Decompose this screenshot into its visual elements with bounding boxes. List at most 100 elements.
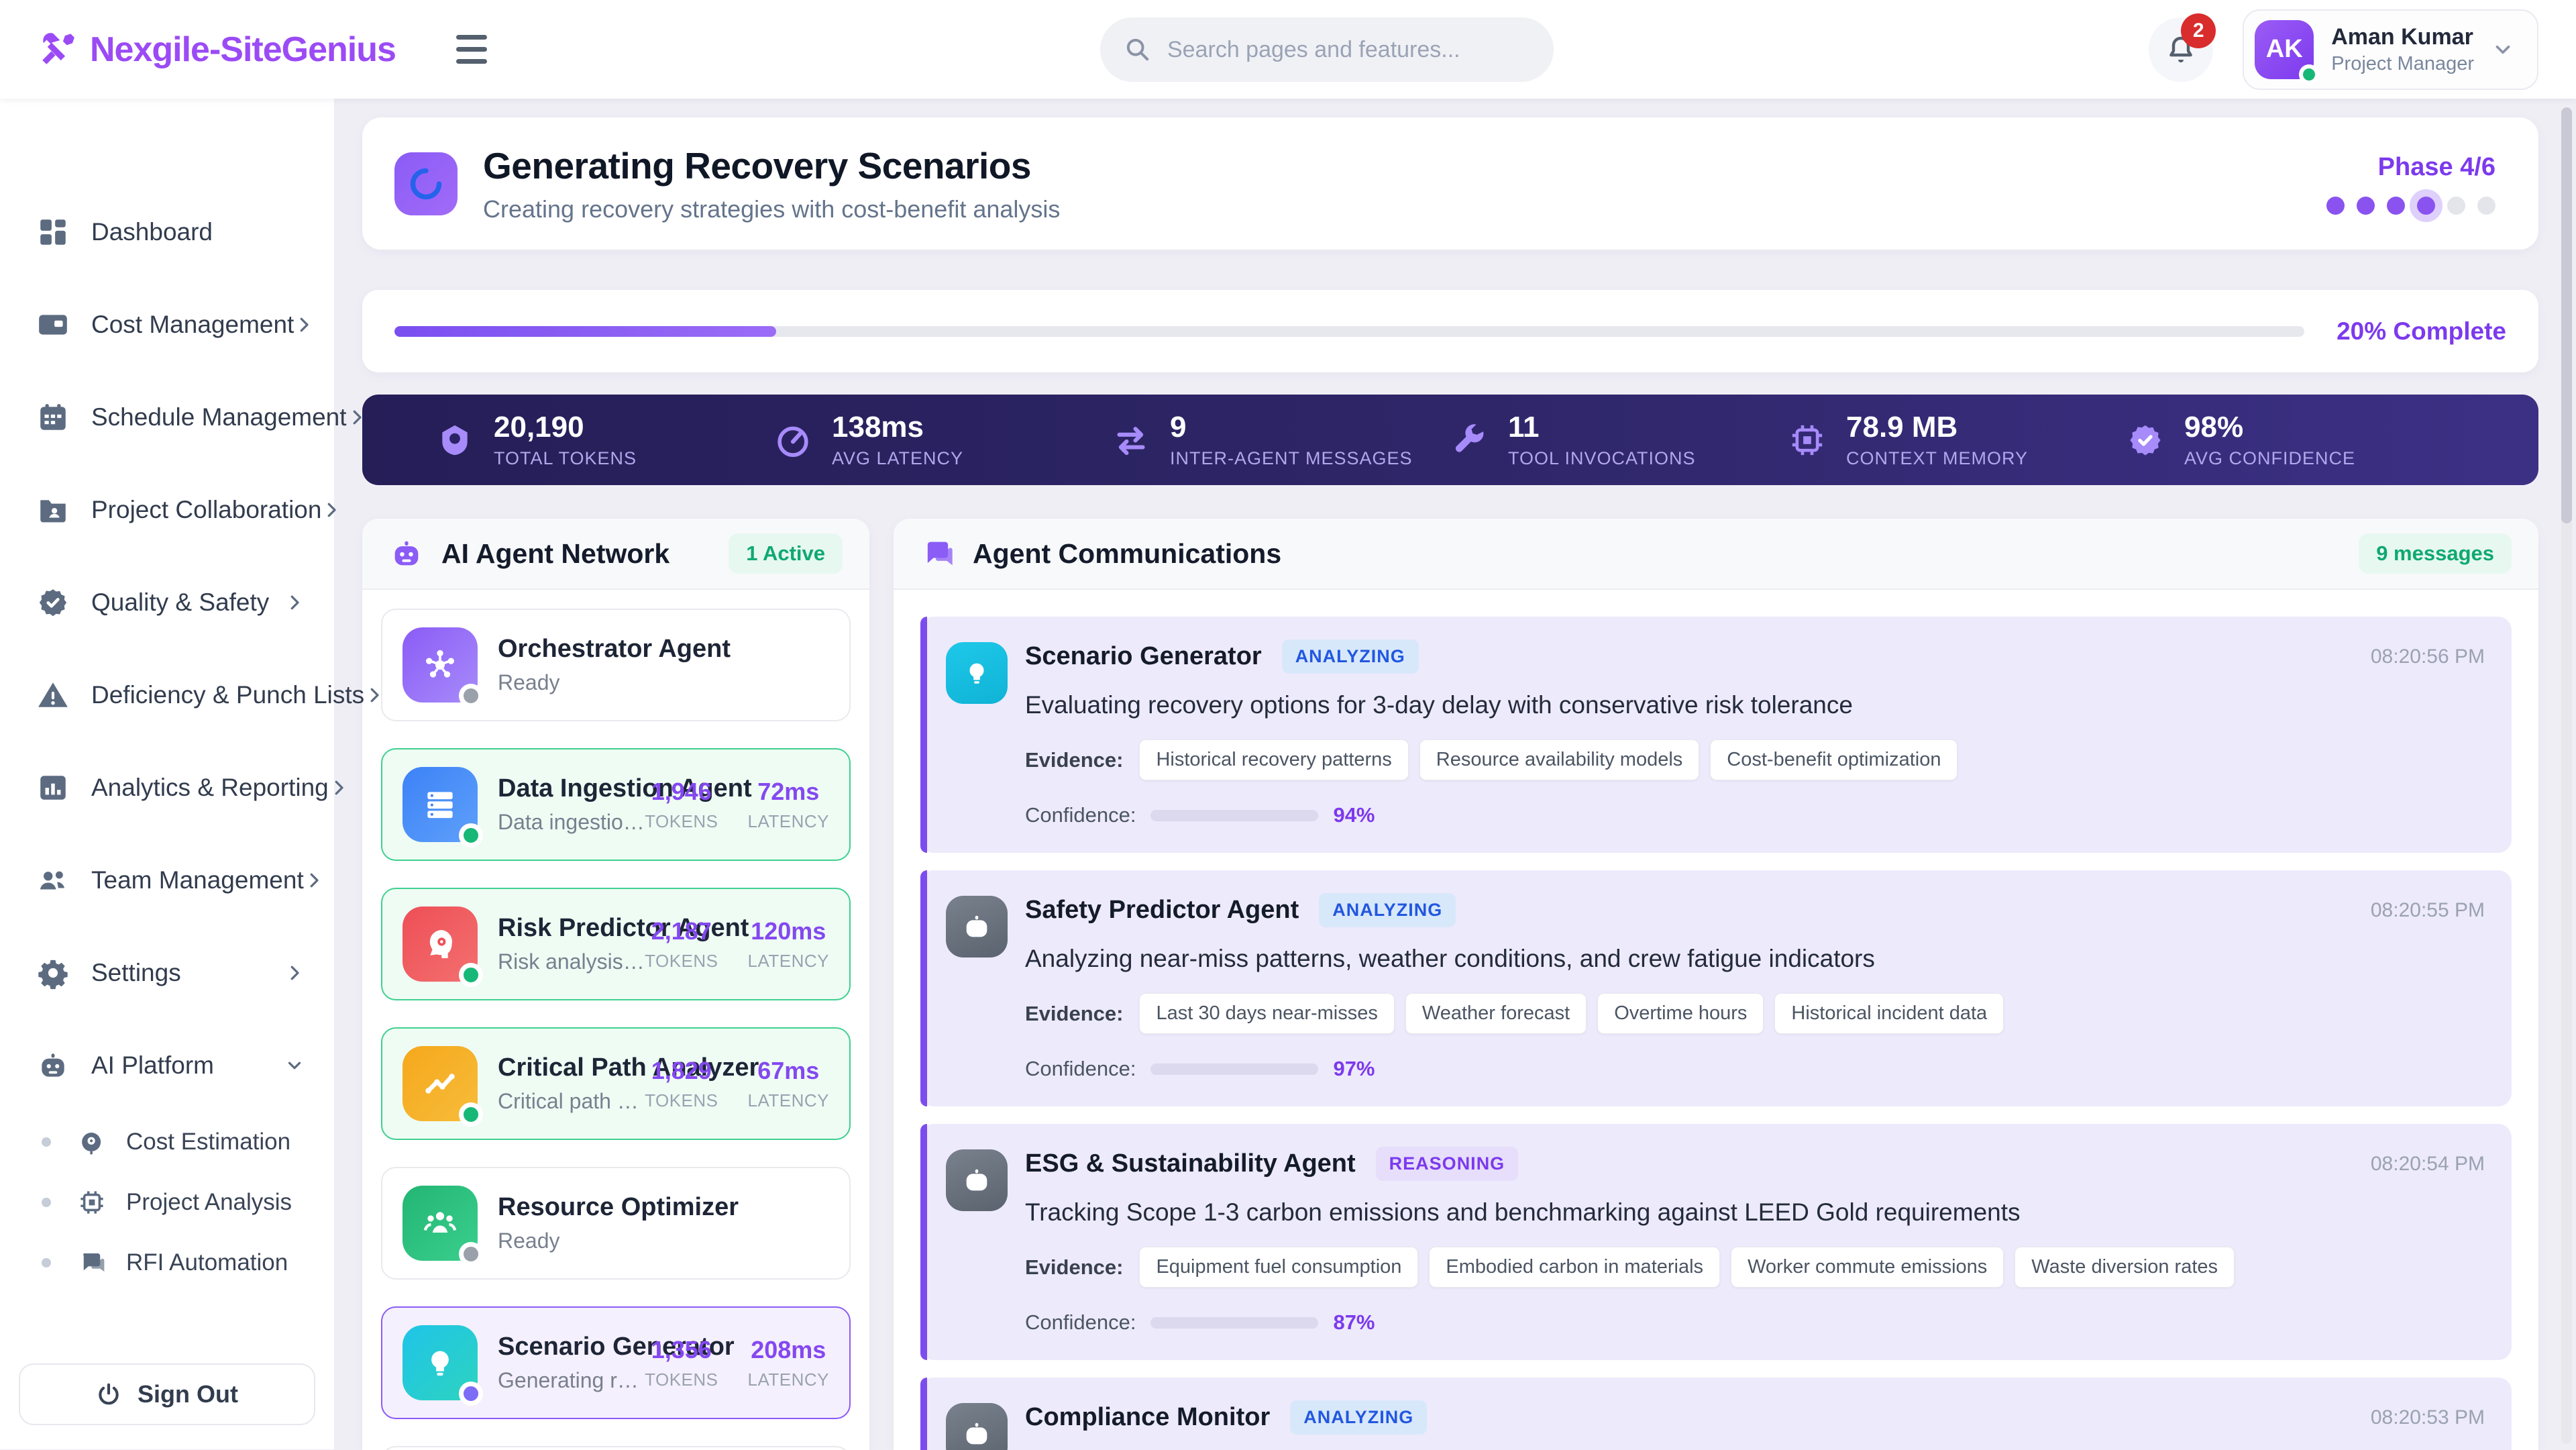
wrench-icon [1455,423,1484,452]
confidence-bar [1150,1063,1319,1075]
stat-avg-latency: 138ms AVG LATENCY [774,411,1112,469]
user-role: Project Manager [2331,52,2474,74]
evidence-chip: Overtime hours [1597,993,1764,1034]
agent-card[interactable]: Risk Predictor Agent Risk analysis compl… [381,888,851,1000]
scrollbar-thumb[interactable] [2561,107,2572,523]
stat-avg-confidence: 98% AVG CONFIDENCE [2127,411,2465,469]
agent-name: Critical Path Analyzer [498,1053,759,1082]
sidebar-item-project-collaboration[interactable]: Project Collaboration [0,464,337,556]
evidence-chip: Embodied carbon in materials [1429,1247,1721,1288]
agent-tokens-label: TOKENS [645,950,718,971]
evidence-chip: Weather forecast [1405,993,1587,1034]
agent-tokens-label: TOKENS [645,811,718,831]
stat-total-tokens: 20,190 TOTAL TOKENS [436,411,774,469]
evidence-row: Evidence: Equipment fuel consumption Embod… [1025,1247,2485,1288]
lightbulb-icon [946,642,1008,704]
folder-user-icon [40,500,66,523]
calendar-icon [40,404,66,430]
confidence-value: 94% [1333,803,1375,827]
agent-tokens-label: TOKENS [645,1090,718,1110]
agent-communications-panel: Agent Communications 9 messages Scenario… [894,519,2538,1450]
agent-tokens-value: 2,187 [651,917,712,945]
page-scrollbar[interactable] [2561,107,2572,1444]
stat-inter-agent-messages: 9 INTER-AGENT MESSAGES [1112,411,1450,469]
bullet-dot [42,1137,51,1147]
message-text: Tracking Scope 1-3 carbon emissions and … [1025,1198,2021,1226]
notifications-button[interactable]: 2 [2149,13,2216,82]
agent-status-dot [459,1382,483,1406]
gear-icon [38,960,68,990]
stat-context-memory: 78.9 MB CONTEXT MEMORY [1788,411,2127,469]
message-card: Safety Predictor Agent ANALYZING 08:20:5… [920,870,2512,1106]
sidebar-item-settings[interactable]: Settings [0,927,334,1019]
message-text: Evaluating recovery options for 3-day de… [1025,691,1853,719]
sign-out-button[interactable]: Sign Out [19,1363,315,1425]
agent-card[interactable]: Resource Optimizer Ready [381,1167,851,1280]
phase-dot [2326,196,2345,215]
evidence-chip: Resource availability models [1419,739,1700,780]
sidebar-item-deficiency-punch-lists[interactable]: Deficiency & Punch Lists [0,649,379,741]
cpu-icon [1788,421,1826,459]
evidence-chip: Worker commute emissions [1731,1247,2004,1288]
confidence-label: Confidence: [1025,803,1136,827]
agent-card[interactable]: Critical Path Analyzer Critical path ana… [381,1027,851,1140]
evidence-chip: Historical recovery patterns [1139,739,1409,780]
main-content: Generating Recovery Scenarios Creating r… [335,99,2576,1450]
robot-icon [394,541,419,566]
hamburger-menu-button[interactable] [455,28,499,71]
swap-arrows-icon [1112,421,1150,459]
confidence-bar [1150,1316,1319,1329]
sidebar-item-team-management[interactable]: Team Management [0,834,334,927]
sidebar-item-schedule-management[interactable]: Schedule Management [0,371,362,464]
message-status-badge: ANALYZING [1281,639,1419,674]
confidence-value: 87% [1333,1310,1375,1334]
phase-label: Phase 4/6 [2377,152,2496,181]
chat-icon [83,1253,105,1272]
sidebar-item-analytics-reporting[interactable]: Analytics & Reporting [0,741,343,834]
bar-chart-icon [40,776,66,800]
sidebar-nav: Dashboard Cost Management Schedule Manag… [0,99,379,1293]
lightbulb-icon [402,1325,483,1406]
progress-percent-label: 20% Complete [2337,317,2506,345]
sidebar-item-ai-platform[interactable]: AI Platform [0,1019,334,1112]
message-timestamp: 08:20:54 PM [2370,1152,2485,1175]
app-logo[interactable]: Nexgile-SiteGenius [38,30,396,70]
robot-icon [946,1149,1008,1211]
sidebar-subitem-rfi-automation[interactable]: RFI Automation [0,1233,334,1293]
sidebar-item-cost-management[interactable]: Cost Management [0,278,334,371]
agent-latency-label: LATENCY [747,811,829,831]
workflow-status-card: Generating Recovery Scenarios Creating r… [362,117,2538,250]
phase-dot [2447,196,2465,215]
bullet-dot [42,1258,51,1267]
confidence-label: Confidence: [1025,1057,1136,1080]
agent-tokens-label: TOKENS [645,1369,718,1390]
confidence-value: 97% [1333,1057,1375,1080]
sidebar-item-quality-safety[interactable]: Quality & Safety [0,556,334,649]
search-input[interactable] [1167,36,1529,63]
agent-list: Orchestrator Agent Ready Data Ingestion … [362,590,869,1450]
head-gear-icon [402,907,483,987]
progress-fill [394,325,777,337]
notification-count-badge: 2 [2181,13,2216,48]
badge-check-icon [36,586,70,619]
message-card: Scenario Generator ANALYZING 08:20:56 PM… [920,617,2512,853]
user-menu[interactable]: AK Aman Kumar Project Manager [2243,9,2538,90]
agent-card[interactable]: Scenario Generator Generating recovery s… [381,1306,851,1419]
message-card: Compliance Monitor ANALYZING 08:20:53 PM… [920,1378,2512,1450]
agent-card[interactable]: Data Ingestion Agent Data ingestion comp… [381,748,851,861]
badge-check-icon [2127,421,2164,459]
top-header: Nexgile-SiteGenius 2 AK Aman Kumar Proje… [0,0,2576,99]
sidebar-subitem-cost-estimation[interactable]: Cost Estimation [0,1112,334,1172]
agent-card[interactable]: Orchestrator Agent Ready [381,609,851,721]
sidebar-subitem-project-analysis[interactable]: Project Analysis [0,1172,334,1233]
dashboard-grid-icon [40,219,66,245]
token-icon [442,425,468,455]
cost-card-icon [39,315,67,335]
agent-status-dot [459,1242,483,1266]
agent-card[interactable]: Monte Carlo Engine Ready [381,1446,851,1450]
message-card: ESG & Sustainability Agent REASONING 08:… [920,1124,2512,1360]
agent-name: Resource Optimizer [498,1193,739,1221]
messages-count-badge: 9 messages [2359,533,2512,574]
chevron-right-icon [370,688,379,703]
sidebar-item-dashboard[interactable]: Dashboard [0,186,334,278]
